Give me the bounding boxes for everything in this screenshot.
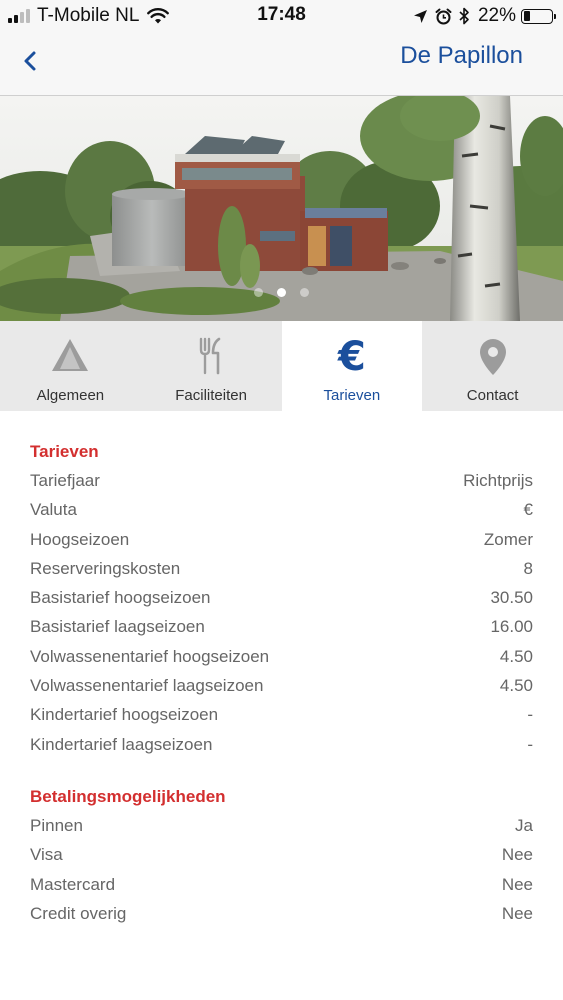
row-label: Reserveringskosten	[30, 558, 181, 578]
tab-label: Tarieven	[323, 387, 381, 404]
row-label: Valuta	[30, 500, 77, 520]
tab-bar: Algemeen Faciliteiten € Tarieven Contact	[0, 321, 563, 411]
list-item: Valuta €	[30, 495, 533, 524]
row-label: Hoogseizoen	[30, 529, 130, 549]
status-bar: T-Mobile NL 17:48 22%	[0, 0, 563, 32]
tab-label: Algemeen	[36, 387, 105, 404]
row-label: Kindertarief laagseizoen	[30, 734, 213, 754]
row-value: -	[527, 734, 533, 754]
list-item: Basistarief hoogseizoen 30.50	[30, 583, 533, 612]
status-right: 22%	[406, 5, 556, 27]
carousel-dot[interactable]	[277, 288, 286, 297]
row-label: Volwassenentarief hoogseizoen	[30, 646, 270, 666]
alarm-icon	[435, 8, 452, 24]
map-pin-icon	[479, 339, 506, 375]
list-item: Kindertarief hoogseizoen -	[30, 700, 533, 729]
row-value: Ja	[515, 815, 533, 835]
bluetooth-icon	[459, 7, 469, 25]
list-item: Basistarief laagseizoen 16.00	[30, 612, 533, 641]
battery-percent: 22%	[477, 5, 516, 26]
list-item: Pinnen Ja	[30, 811, 533, 840]
euro-icon: €	[337, 334, 366, 380]
list-item: Reserveringskosten 8	[30, 554, 533, 583]
chevron-left-icon[interactable]	[16, 46, 46, 76]
row-value: 30.50	[490, 588, 533, 608]
tarieven-content: Tarieven Tariefjaar Richtprijs Valuta € Ho…	[0, 411, 563, 928]
row-label: Visa	[30, 845, 63, 865]
row-value: Nee	[501, 845, 533, 865]
row-value: €	[523, 500, 533, 520]
row-value: 16.00	[490, 617, 533, 637]
section-title-tarieven: Tarieven	[30, 442, 99, 461]
page-title: De Papillon	[400, 42, 523, 69]
battery-level-fill	[523, 11, 530, 21]
row-value: Richtprijs	[463, 471, 533, 490]
row-label: Tariefjaar	[30, 471, 100, 490]
tent-icon	[52, 339, 89, 371]
section-title-betalingsmogelijkheden: Betalingsmogelijkheden	[30, 786, 226, 806]
row-label: Mastercard	[30, 874, 116, 894]
tab-tarieven[interactable]: € Tarieven	[281, 321, 423, 411]
list-item: Visa Nee	[30, 840, 533, 869]
row-value: Zomer	[483, 529, 533, 549]
list-item: Kindertarief laagseizoen -	[30, 730, 533, 759]
hero-image[interactable]	[0, 96, 563, 321]
tab-faciliteiten[interactable]: Faciliteiten	[141, 321, 282, 411]
row-value: 4.50	[499, 646, 533, 666]
list-item: Tariefjaar Richtprijs	[30, 466, 533, 495]
list-item: Volwassenentarief laagseizoen 4.50	[30, 671, 533, 700]
row-value: Nee	[501, 874, 533, 894]
row-value: -	[527, 705, 533, 725]
battery-icon	[521, 8, 556, 24]
row-label: Kindertarief hoogseizoen	[30, 705, 219, 725]
row-label: Pinnen	[30, 815, 83, 835]
row-value: 8	[523, 558, 533, 578]
list-item: Credit overig Nee	[30, 899, 533, 928]
tab-algemeen[interactable]: Algemeen	[0, 321, 141, 411]
carousel-dot[interactable]	[254, 288, 263, 297]
betalingsmogelijkheden-list: Pinnen Ja Visa Nee Mastercard Nee Credit ov…	[30, 811, 533, 928]
row-label: Basistarief laagseizoen	[30, 617, 205, 637]
carousel-dot[interactable]	[300, 288, 309, 297]
tarieven-list: Tariefjaar Richtprijs Valuta € Hoogseizoen…	[30, 466, 533, 759]
tab-label: Faciliteiten	[175, 387, 247, 404]
row-label: Credit overig	[30, 903, 127, 923]
tab-contact[interactable]: Contact	[422, 321, 563, 411]
row-label: Basistarief hoogseizoen	[30, 588, 211, 608]
list-item: Mastercard Nee	[30, 870, 533, 899]
tab-label: Contact	[466, 387, 519, 404]
fork-knife-icon	[199, 337, 221, 375]
carousel-dots	[0, 288, 563, 297]
list-item: Hoogseizoen Zomer	[30, 525, 533, 554]
row-label: Volwassenentarief laagseizoen	[30, 676, 264, 696]
list-item: Volwassenentarief hoogseizoen 4.50	[30, 642, 533, 671]
row-value: Nee	[501, 903, 533, 923]
row-value: 4.50	[499, 676, 533, 696]
location-arrow-icon	[413, 9, 427, 23]
